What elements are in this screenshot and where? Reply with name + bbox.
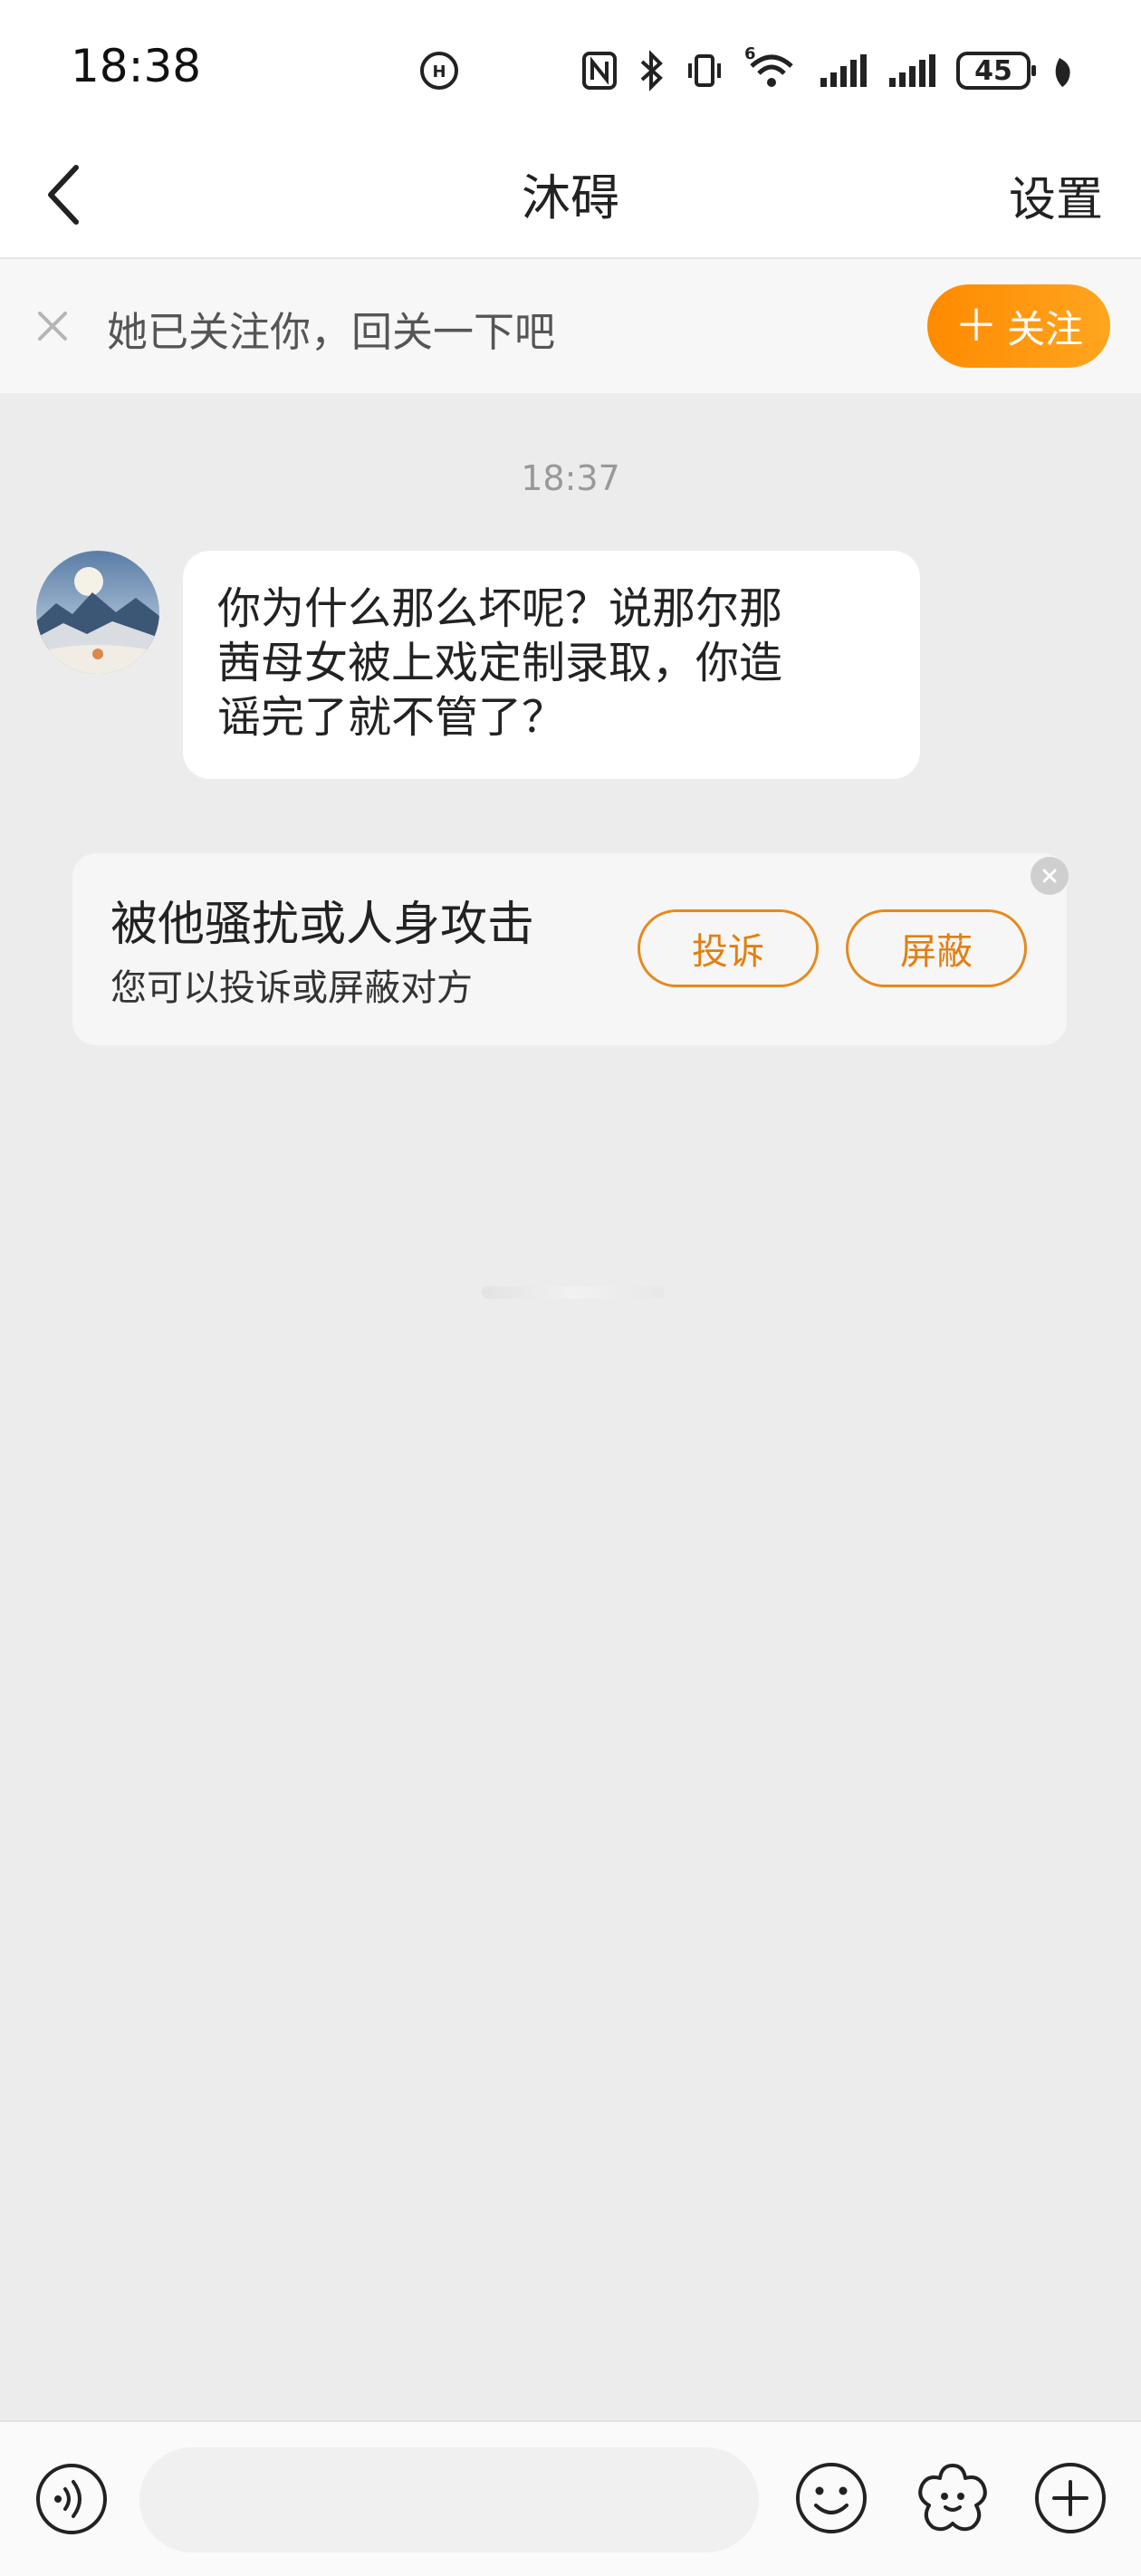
composer-bar	[0, 2420, 1141, 2576]
settings-button[interactable]: 设置	[1009, 161, 1103, 229]
battery-icon: 45	[956, 52, 1036, 90]
banner-close-button[interactable]	[27, 301, 78, 351]
leaf-icon	[1055, 58, 1070, 87]
close-icon	[38, 312, 67, 341]
signal-icon	[820, 54, 867, 87]
battery-level: 45	[974, 54, 1012, 87]
notice-title: 被他骚扰或人身攻击	[110, 898, 535, 952]
voice-button[interactable]	[34, 2462, 109, 2536]
message-bubble[interactable]: 你为什么那么坏呢？说那尔那 茜母女被上戏定制录取，你造 谣完了就不管了？	[183, 551, 920, 779]
status-bar: 18:38 H 6 45	[0, 0, 1141, 136]
smiley-icon	[796, 2463, 867, 2533]
notice-close-button[interactable]	[1031, 857, 1069, 895]
voice-icon	[36, 2464, 107, 2534]
page-title: 沐碍	[522, 169, 619, 226]
follow-back-button[interactable]: ＋ 关注	[927, 284, 1110, 368]
report-button[interactable]: 投诉	[638, 909, 819, 987]
bluetooth-icon	[640, 50, 663, 91]
wifi-group: 6	[744, 44, 799, 91]
emoji-button[interactable]	[793, 2460, 869, 2536]
message-line: 谣完了就不管了？	[217, 692, 566, 743]
follow-button-label: 关注	[1007, 306, 1084, 351]
vibrate-icon	[688, 54, 721, 87]
nav-bar: 沐碍 设置	[0, 136, 1141, 259]
close-icon	[1042, 869, 1057, 883]
loading-placeholder	[482, 1286, 665, 1299]
avatar[interactable]	[36, 551, 159, 674]
nfc-icon	[582, 52, 617, 90]
avatar-image	[36, 551, 159, 674]
back-button[interactable]	[27, 154, 100, 235]
block-button[interactable]: 屏蔽	[846, 909, 1027, 987]
status-time: 18:38	[71, 40, 202, 92]
message-line: 你为什么那么坏呢？说那尔那	[217, 583, 783, 634]
banner-text: 她已关注你，回关一下吧	[107, 308, 556, 356]
notice-subtitle: 您可以投诉或屏蔽对方	[110, 967, 473, 1009]
sticker-flower-icon	[918, 2464, 987, 2532]
message-input[interactable]	[139, 2447, 759, 2552]
hd-call-icon: H	[420, 52, 458, 90]
message-line: 茜母女被上戏定制录取，你造	[217, 638, 783, 688]
plus-icon: ＋	[954, 301, 998, 351]
sticker-button[interactable]	[913, 2458, 992, 2538]
plus-circle-icon	[1035, 2463, 1106, 2533]
harassment-notice-card: 被他骚扰或人身攻击 您可以投诉或屏蔽对方 投诉 屏蔽	[72, 853, 1069, 1045]
status-icons: H 6 45	[418, 44, 1074, 94]
follow-back-banner: 她已关注你，回关一下吧 ＋ 关注	[0, 259, 1141, 393]
message-timestamp: 18:37	[521, 458, 620, 498]
wifi-icon	[750, 54, 793, 87]
signal-icon	[889, 54, 935, 87]
chevron-left-icon	[48, 165, 79, 225]
more-button[interactable]	[1032, 2460, 1108, 2536]
svg-text:H: H	[432, 62, 446, 82]
